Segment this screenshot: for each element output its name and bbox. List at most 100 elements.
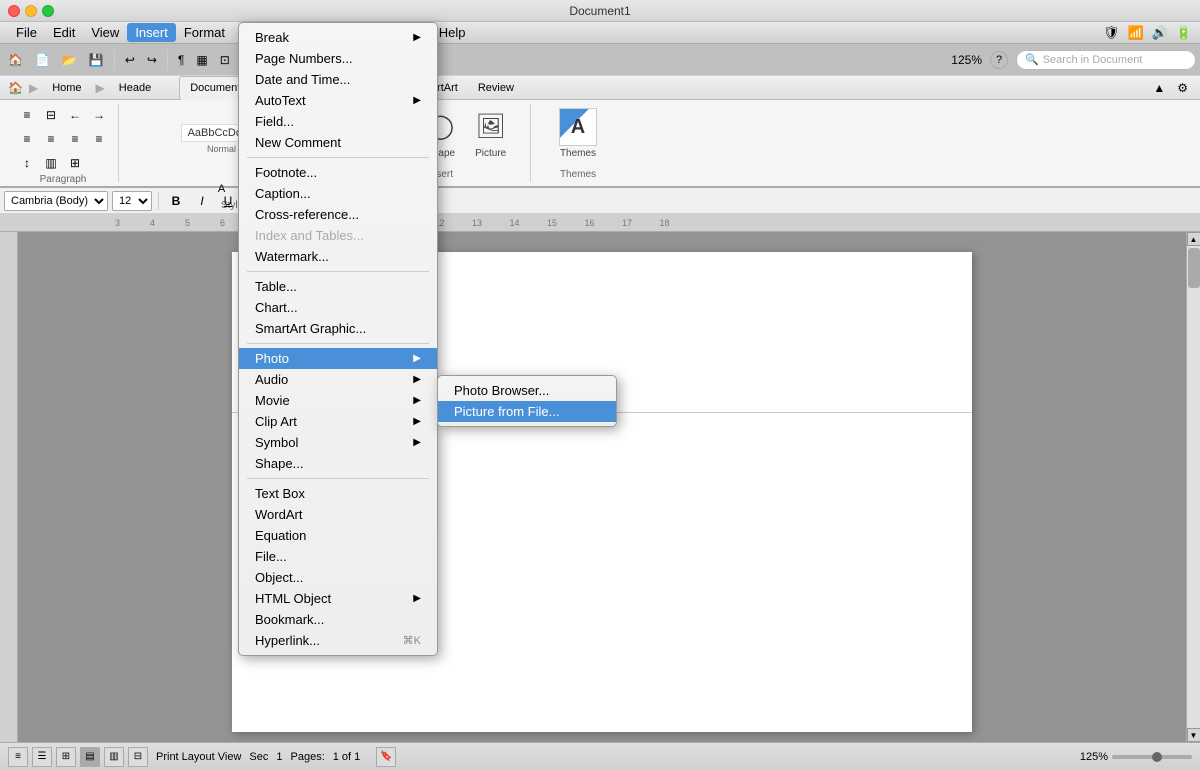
zoom-slider[interactable] — [1112, 755, 1192, 759]
menu-field[interactable]: Field... — [239, 111, 437, 132]
menu-bookmark[interactable]: Bookmark... — [239, 609, 437, 630]
nav-home[interactable]: Home — [44, 80, 89, 96]
ribbon-settings-btn[interactable]: ⚙ — [1173, 79, 1192, 97]
menu-view[interactable]: View — [83, 23, 127, 42]
insert-picture-btn[interactable]: 🖼 Picture — [468, 104, 514, 163]
menu-wordart[interactable]: WordArt — [239, 504, 437, 525]
toolbar-new[interactable]: 📄 — [31, 51, 54, 69]
scroll-track[interactable] — [1187, 246, 1200, 728]
menu-text-box[interactable]: Text Box — [239, 483, 437, 504]
menu-symbol[interactable]: Symbol ▶ — [239, 432, 437, 453]
indent-decrease-btn[interactable]: ← — [64, 104, 86, 126]
bold-btn[interactable]: B — [165, 190, 187, 212]
menu-audio[interactable]: Audio ▶ — [239, 369, 437, 390]
separator3 — [247, 343, 429, 344]
toolbar-open[interactable]: 📂 — [58, 51, 81, 69]
menu-table[interactable]: Table... — [239, 276, 437, 297]
view-layout-btn[interactable]: ▤ — [80, 747, 100, 767]
nav-strip: 🏠 ▶ Home ▶ Heade Document Elements Table… — [0, 76, 1200, 100]
font-size-select[interactable]: 12 — [112, 191, 152, 211]
menu-break[interactable]: Break ▶ — [239, 27, 437, 48]
toolbar-home[interactable]: 🏠 — [4, 51, 27, 69]
menu-date-time[interactable]: Date and Time... — [239, 69, 437, 90]
menu-new-comment[interactable]: New Comment — [239, 132, 437, 153]
menu-cross-reference[interactable]: Cross-reference... — [239, 204, 437, 225]
minimize-button[interactable] — [25, 5, 37, 17]
menu-clip-art[interactable]: Clip Art ▶ — [239, 411, 437, 432]
bookmark-icon[interactable]: 🔖 — [376, 747, 396, 767]
list-bullets-btn[interactable]: ≡ — [16, 104, 38, 126]
scroll-down-arrow[interactable]: ▼ — [1187, 728, 1200, 742]
menu-object[interactable]: Object... — [239, 567, 437, 588]
themes-btn[interactable]: A Themes — [555, 104, 601, 163]
list-numbers-btn[interactable]: ⊟ — [40, 104, 62, 126]
photo-submenu[interactable]: Photo Browser... Picture from File... — [437, 375, 617, 427]
object-label: Object... — [255, 570, 303, 585]
toolbar-columns[interactable]: ▦ — [192, 51, 211, 69]
date-time-label: Date and Time... — [255, 72, 350, 87]
menu-insert[interactable]: Insert — [127, 23, 176, 42]
antivirus-icon: 🛡 — [1103, 25, 1120, 41]
menu-page-numbers[interactable]: Page Numbers... — [239, 48, 437, 69]
close-button[interactable] — [8, 5, 20, 17]
submenu-photo-browser[interactable]: Photo Browser... — [438, 380, 616, 401]
menubar-right-icons: 🛡 📶 🔊 🔋 — [1103, 25, 1192, 41]
submenu-picture-from-file[interactable]: Picture from File... — [438, 401, 616, 422]
menu-smartart[interactable]: SmartArt Graphic... — [239, 318, 437, 339]
menu-footnote[interactable]: Footnote... — [239, 162, 437, 183]
menu-caption[interactable]: Caption... — [239, 183, 437, 204]
menu-hyperlink[interactable]: Hyperlink... ⌘K — [239, 630, 437, 651]
tab-review[interactable]: Review — [468, 76, 524, 100]
underline-btn[interactable]: U — [217, 190, 239, 212]
clip-art-label: Clip Art — [255, 414, 297, 429]
borders-btn[interactable]: ⊞ — [64, 152, 86, 174]
maximize-button[interactable] — [42, 5, 54, 17]
break-arrow: ▶ — [413, 32, 421, 43]
home-icon[interactable]: 🏠 — [8, 81, 23, 95]
align-justify-btn[interactable]: ≡ — [88, 128, 110, 150]
align-left-btn[interactable]: ≡ — [16, 128, 38, 150]
indent-increase-btn[interactable]: → — [88, 104, 110, 126]
align-right-btn[interactable]: ≡ — [64, 128, 86, 150]
menu-movie[interactable]: Movie ▶ — [239, 390, 437, 411]
shading-btn[interactable]: ▥ — [40, 152, 62, 174]
toolbar-redo[interactable]: ↪ — [143, 51, 161, 69]
menu-photo[interactable]: Photo ▶ — [239, 348, 437, 369]
italic-btn[interactable]: I — [191, 190, 213, 212]
scrollbar-vertical[interactable]: ▲ ▼ — [1186, 232, 1200, 742]
line-spacing-btn[interactable]: ↕ — [16, 152, 38, 174]
view-thumbnail-btn[interactable]: ⊞ — [56, 747, 76, 767]
menu-file[interactable]: File... — [239, 546, 437, 567]
view-list-btn[interactable]: ☰ — [32, 747, 52, 767]
view-outline-btn[interactable]: ≡ — [8, 747, 28, 767]
paragraph-buttons: ≡ ⊟ ← → ≡ ≡ ≡ ≡ ↕ ▥ ⊞ — [16, 104, 110, 174]
toolbar-help[interactable]: ? — [990, 51, 1008, 69]
font-family-select[interactable]: Cambria (Body) — [4, 191, 108, 211]
menu-file[interactable]: File — [8, 23, 45, 42]
view-draft-btn[interactable]: ⊟ — [128, 747, 148, 767]
toolbar-paragraph-mark[interactable]: ¶ — [174, 51, 188, 69]
ribbon-collapse-btn[interactable]: ▲ — [1149, 79, 1169, 97]
zoom-thumb[interactable] — [1152, 752, 1162, 762]
document-area[interactable] — [18, 232, 1186, 742]
insert-dropdown-menu[interactable]: Break ▶ Page Numbers... Date and Time...… — [238, 22, 438, 656]
menu-equation[interactable]: Equation — [239, 525, 437, 546]
menu-watermark[interactable]: Watermark... — [239, 246, 437, 267]
menu-chart[interactable]: Chart... — [239, 297, 437, 318]
toolbar-row1: 🏠 📄 📂 💾 ↩ ↪ ¶ ▦ ⊡ 🖨 125% ? 🔍 Search in D… — [0, 44, 1200, 76]
menu-autotext[interactable]: AutoText ▶ — [239, 90, 437, 111]
menu-format[interactable]: Format — [176, 23, 233, 42]
toolbar-undo[interactable]: ↩ — [121, 51, 139, 69]
align-center-btn[interactable]: ≡ — [40, 128, 62, 150]
toolbar-margins[interactable]: ⊡ — [216, 51, 234, 69]
menu-shape[interactable]: Shape... — [239, 453, 437, 474]
search-box[interactable]: 🔍 Search in Document — [1016, 50, 1196, 70]
menu-html-object[interactable]: HTML Object ▶ — [239, 588, 437, 609]
view-notebook-btn[interactable]: ▥ — [104, 747, 124, 767]
scroll-thumb[interactable] — [1188, 248, 1200, 288]
menu-edit[interactable]: Edit — [45, 23, 83, 42]
nav-breadcrumb[interactable]: Heade — [111, 80, 159, 96]
toolbar-save[interactable]: 💾 — [85, 51, 108, 69]
scroll-up-arrow[interactable]: ▲ — [1187, 232, 1200, 246]
autotext-arrow: ▶ — [413, 95, 421, 106]
